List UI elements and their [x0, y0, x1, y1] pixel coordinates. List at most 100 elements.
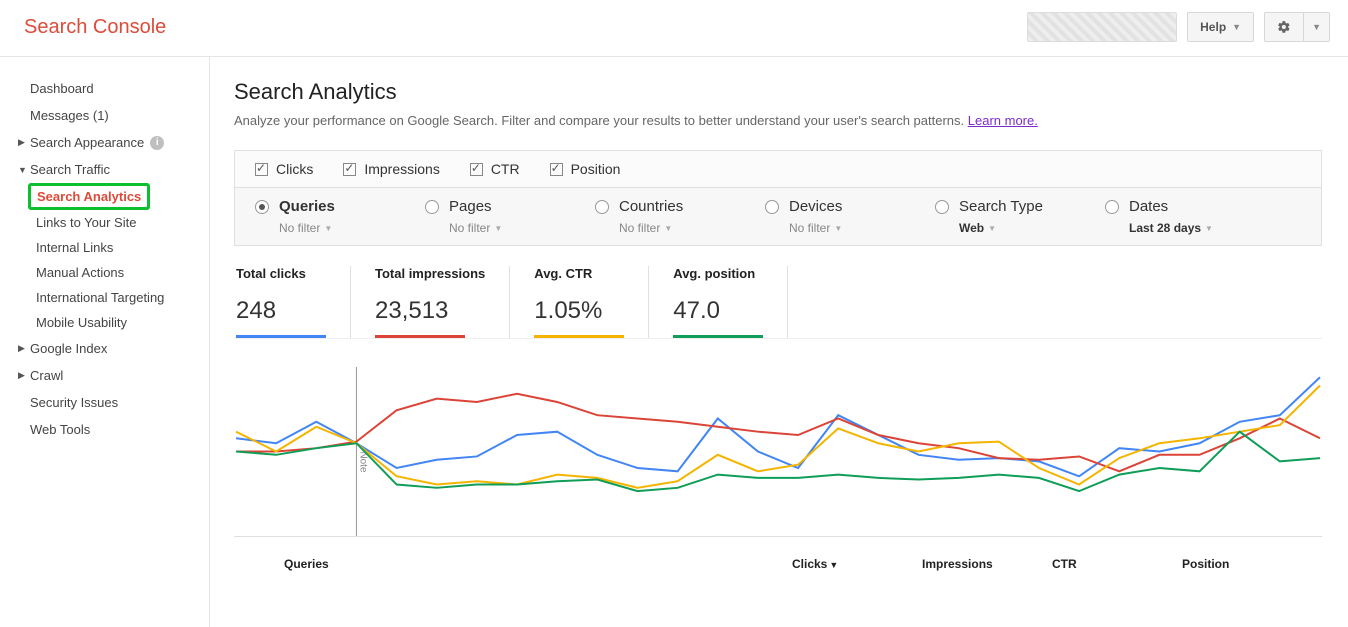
sidebar-label: International Targeting: [36, 290, 164, 305]
metric-card-impressions[interactable]: Total impressions 23,513: [351, 266, 510, 338]
metric-bar-icon: [236, 335, 326, 338]
dimension-sub: No filter: [279, 221, 320, 235]
dimension-radio-queries[interactable]: Queries: [255, 198, 395, 215]
caret-down-icon: ▼: [988, 224, 996, 233]
metric-card-ctr[interactable]: Avg. CTR 1.05%: [510, 266, 649, 338]
sidebar-item-dashboard[interactable]: Dashboard: [14, 75, 209, 102]
radio-icon: [765, 200, 779, 214]
sidebar-label: Security Issues: [30, 395, 118, 410]
sidebar-item-security[interactable]: Security Issues: [14, 389, 209, 416]
dimension-label: Countries: [619, 198, 683, 215]
metric-value: 248: [236, 297, 326, 325]
sidebar-label: Internal Links: [36, 240, 113, 255]
sort-desc-icon: ▼: [829, 560, 838, 570]
settings-menu-toggle[interactable]: ▼: [1303, 12, 1330, 42]
sidebar-item-manual-actions[interactable]: Manual Actions: [32, 260, 209, 285]
dimension-sub: Web: [959, 221, 984, 235]
metric-label: Clicks: [276, 161, 313, 177]
sidebar-label: Search Analytics: [37, 189, 141, 204]
col-header-ctr[interactable]: CTR: [1052, 557, 1182, 571]
col-header-impressions[interactable]: Impressions: [922, 557, 1052, 571]
dimension-sub: No filter: [619, 221, 660, 235]
dimension-label: Pages: [449, 198, 492, 215]
metric-toggle-position[interactable]: Position: [550, 161, 621, 177]
col-header-clicks[interactable]: Clicks▼: [792, 557, 922, 571]
col-label: Clicks: [792, 557, 827, 571]
sidebar-label: Mobile Usability: [36, 315, 127, 330]
sidebar-item-google-index[interactable]: ▶Google Index: [14, 335, 209, 362]
dimension-filter-countries[interactable]: No filter ▼: [619, 221, 735, 235]
settings-button[interactable]: [1264, 12, 1303, 42]
settings-button-group[interactable]: ▼: [1264, 12, 1330, 42]
metric-label: CTR: [491, 161, 520, 177]
sidebar-label: Manual Actions: [36, 265, 124, 280]
dimension-radio-searchtype[interactable]: Search Type: [935, 198, 1075, 215]
sidebar-item-web-tools[interactable]: Web Tools: [14, 416, 209, 443]
metric-bar-icon: [375, 335, 465, 338]
dimension-label: Devices: [789, 198, 842, 215]
triangle-down-icon: ▼: [18, 165, 24, 175]
help-label: Help: [1200, 20, 1226, 34]
triangle-right-icon: ▶: [18, 137, 24, 148]
trend-chart[interactable]: Note: [234, 367, 1322, 537]
dimension-radio-devices[interactable]: Devices: [765, 198, 905, 215]
col-header-queries[interactable]: Queries: [244, 557, 792, 571]
dimension-label: Queries: [279, 198, 335, 215]
caret-down-icon: ▼: [1232, 22, 1241, 32]
sidebar-label: Search Appearance: [30, 135, 144, 150]
dimension-filter-dates[interactable]: Last 28 days ▼: [1129, 221, 1245, 235]
filters-panel: Clicks Impressions CTR Position Queries …: [234, 150, 1322, 246]
metric-bar-icon: [534, 335, 624, 338]
metric-toggle-clicks[interactable]: Clicks: [255, 161, 313, 177]
sidebar-item-internal-links[interactable]: Internal Links: [32, 235, 209, 260]
radio-icon: [935, 200, 949, 214]
radio-icon: [255, 200, 269, 214]
caret-down-icon: ▼: [1312, 22, 1321, 32]
checkbox-icon: [470, 163, 483, 176]
sidebar-item-mobile-usability[interactable]: Mobile Usability: [32, 310, 209, 335]
dimension-radio-countries[interactable]: Countries: [595, 198, 735, 215]
metric-card-clicks[interactable]: Total clicks 248: [234, 266, 351, 338]
sidebar-label: Dashboard: [30, 81, 94, 96]
page-title: Search Analytics: [234, 79, 1322, 105]
dimension-radio-dates[interactable]: Dates: [1105, 198, 1245, 215]
sidebar-item-search-appearance[interactable]: ▶ Search Appearance i: [14, 129, 209, 156]
caret-down-icon: ▼: [494, 224, 502, 233]
dimension-filter-pages[interactable]: No filter ▼: [449, 221, 565, 235]
sidebar-item-search-analytics[interactable]: Search Analytics: [28, 183, 150, 210]
metric-bar-icon: [673, 335, 763, 338]
metric-label: Impressions: [364, 161, 439, 177]
sidebar-item-search-traffic[interactable]: ▼ Search Traffic: [14, 156, 209, 183]
dimension-filter-searchtype[interactable]: Web ▼: [959, 221, 1075, 235]
sidebar-item-crawl[interactable]: ▶Crawl: [14, 362, 209, 389]
metric-toggle-impressions[interactable]: Impressions: [343, 161, 439, 177]
radio-icon: [425, 200, 439, 214]
sidebar-item-messages[interactable]: Messages (1): [14, 102, 209, 129]
sidebar-item-links-to-site[interactable]: Links to Your Site: [32, 210, 209, 235]
caret-down-icon: ▼: [1205, 224, 1213, 233]
property-selector[interactable]: [1027, 12, 1177, 42]
metric-label: Total clicks: [236, 266, 326, 281]
dimension-sub: No filter: [789, 221, 830, 235]
sidebar-item-intl-targeting[interactable]: International Targeting: [32, 285, 209, 310]
caret-down-icon: ▼: [664, 224, 672, 233]
help-button[interactable]: Help ▼: [1187, 12, 1254, 42]
dimension-sub: Last 28 days: [1129, 221, 1201, 235]
col-header-position[interactable]: Position: [1182, 557, 1312, 571]
checkbox-icon: [343, 163, 356, 176]
metric-card-position[interactable]: Avg. position 47.0: [649, 266, 788, 338]
subtitle-text: Analyze your performance on Google Searc…: [234, 113, 968, 128]
sidebar-label: Web Tools: [30, 422, 90, 437]
metric-label: Avg. position: [673, 266, 763, 281]
page-subtitle: Analyze your performance on Google Searc…: [234, 113, 1322, 128]
dimension-radio-pages[interactable]: Pages: [425, 198, 565, 215]
info-icon[interactable]: i: [150, 136, 164, 150]
metric-toggle-ctr[interactable]: CTR: [470, 161, 520, 177]
dimension-filter-devices[interactable]: No filter▼: [789, 221, 905, 235]
sidebar-label: Search Traffic: [30, 162, 110, 177]
table-header: Queries Clicks▼ Impressions CTR Position: [234, 537, 1322, 581]
dimension-filter-queries[interactable]: No filter▼: [279, 221, 395, 235]
learn-more-link[interactable]: Learn more.: [968, 113, 1038, 128]
dimension-sub: No filter: [449, 221, 490, 235]
metric-label: Position: [571, 161, 621, 177]
